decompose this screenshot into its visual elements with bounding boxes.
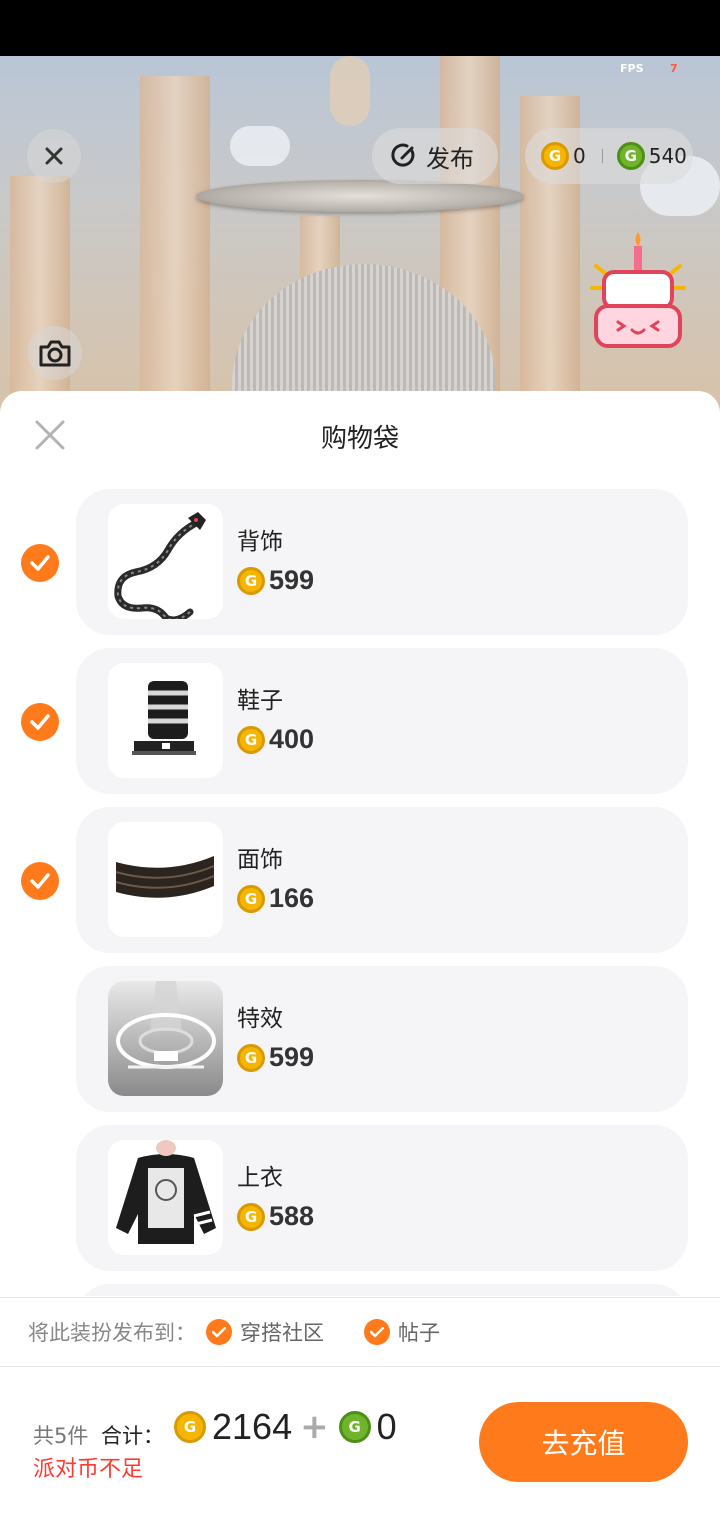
total-amount: G 2164 + G 0: [174, 1406, 397, 1448]
check-icon: [364, 1319, 390, 1345]
check-icon: [30, 555, 50, 571]
item-name: 上衣: [237, 1165, 283, 1191]
fps-label: FPS: [620, 62, 644, 75]
item-checkbox[interactable]: [21, 544, 59, 582]
recharge-button[interactable]: 去充值: [479, 1402, 688, 1482]
publish-to-label: 将此装扮发布到：: [28, 1321, 196, 1345]
publish-option-post[interactable]: 帖子: [364, 1317, 440, 1347]
publish-icon: [391, 143, 415, 167]
currency-divider: [601, 149, 603, 163]
item-count: 共5件: [33, 1424, 89, 1448]
gold-coin-icon: G: [237, 725, 265, 754]
halo-accessory: [196, 180, 524, 212]
cart-item[interactable]: 特效 G 599: [76, 966, 688, 1112]
divider: [0, 1366, 720, 1367]
item-thumbnail: [108, 822, 223, 937]
anniversary-cake-icon[interactable]: [588, 226, 688, 352]
item-price: G 588: [237, 1201, 314, 1232]
currency-balance[interactable]: G 0 G 540: [525, 128, 693, 184]
gold-coin-icon: G: [237, 1202, 265, 1231]
status-bar: [0, 0, 720, 56]
item-thumbnail: [108, 1140, 223, 1255]
fps-value: 7: [670, 62, 678, 75]
total-label: 合计：: [101, 1424, 164, 1448]
sheet-title: 购物袋: [320, 424, 399, 454]
camera-button[interactable]: [28, 326, 82, 380]
green-coin-icon: G: [338, 1411, 371, 1443]
item-price-value: 400: [269, 724, 315, 754]
item-price: G 166: [237, 883, 314, 914]
item-thumbnail: [108, 504, 223, 619]
insufficient-coins-warning: 派对币不足: [33, 1457, 144, 1482]
camera-icon: [39, 340, 71, 367]
publish-option-community[interactable]: 穿搭社区: [206, 1317, 324, 1347]
gold-coin-icon: G: [174, 1411, 206, 1443]
publish-option-label: 穿搭社区: [240, 1321, 324, 1345]
green-coin-amount: 540: [648, 144, 687, 168]
publish-label: 发布: [426, 144, 474, 173]
item-price-value: 588: [269, 1201, 315, 1231]
item-price: G 599: [237, 1042, 314, 1073]
item-checkbox[interactable]: [21, 862, 59, 900]
item-price: G 400: [237, 724, 314, 755]
cart-item[interactable]: [76, 1284, 688, 1296]
check-icon: [30, 873, 50, 889]
cart-item[interactable]: 上衣 G 588: [76, 1125, 688, 1271]
item-name: 特效: [237, 1006, 283, 1032]
green-coin-icon: G: [616, 142, 645, 170]
gold-coin-icon: G: [237, 566, 265, 595]
cart-item[interactable]: 背饰 G 599: [76, 489, 688, 635]
item-thumbnail: [108, 663, 223, 778]
item-name: 面饰: [237, 847, 283, 873]
item-price: G 599: [237, 565, 314, 596]
cart-item[interactable]: 面饰 G 166: [76, 807, 688, 953]
publish-button[interactable]: 发布: [372, 128, 498, 184]
item-price-value: 599: [269, 1042, 315, 1072]
cart-item[interactable]: 鞋子 G 400: [76, 648, 688, 794]
gold-total: 2164: [212, 1406, 293, 1447]
publish-to-row: 将此装扮发布到： 穿搭社区 帖子: [0, 1298, 720, 1366]
close-icon: [45, 147, 63, 165]
gold-coin-amount: 0: [573, 144, 586, 168]
gold-coin-icon: G: [237, 884, 265, 913]
check-icon: [206, 1319, 232, 1345]
item-name: 背饰: [237, 529, 283, 555]
gold-coin-icon: G: [541, 142, 569, 170]
cart-item-list[interactable]: 背饰 G 599 鞋子 G 400 面饰 G 166 特效 G 599 上衣 G…: [0, 480, 720, 1296]
plus-sign: +: [300, 1407, 329, 1447]
item-name: 鞋子: [237, 688, 283, 714]
check-icon: [30, 714, 50, 730]
item-thumbnail: [108, 981, 223, 1096]
gold-coin-icon: G: [237, 1043, 265, 1072]
item-price-value: 599: [269, 565, 315, 595]
close-scene-button[interactable]: [27, 129, 81, 183]
publish-option-label: 帖子: [398, 1321, 440, 1345]
item-checkbox[interactable]: [21, 703, 59, 741]
green-total: 0: [376, 1406, 397, 1447]
item-price-value: 166: [269, 883, 315, 913]
